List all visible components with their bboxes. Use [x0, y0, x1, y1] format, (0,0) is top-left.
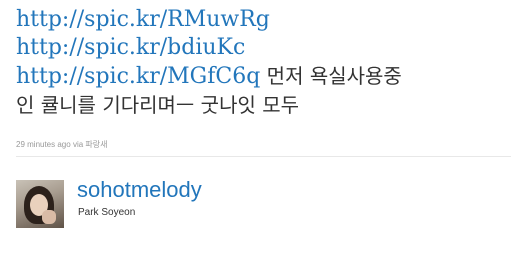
- tweet-text-korean-2: 인 큘니를 기다리며ㅡ 굿나잇 모두: [16, 93, 300, 117]
- tweet-link-2[interactable]: http://spic.kr/bdiuKc: [16, 35, 245, 60]
- tweet-text-korean-1: 먼저 욕실사용중: [260, 64, 402, 88]
- tweet-meta: 29 minutes ago via 파랑새: [16, 139, 108, 150]
- author-block: sohotmelody Park Soyeon: [16, 177, 511, 228]
- tweet-link-1[interactable]: http://spic.kr/RMuwRg: [16, 7, 270, 32]
- tweet-link-3[interactable]: http://spic.kr/MGfC6q: [16, 64, 260, 89]
- via-label: via: [72, 140, 84, 149]
- divider: [16, 156, 511, 157]
- author-full-name: Park Soyeon: [78, 207, 136, 218]
- tweet-source[interactable]: 파랑새: [85, 140, 107, 149]
- tweet-timestamp[interactable]: 29 minutes ago: [16, 140, 71, 149]
- avatar-hand: [42, 210, 56, 224]
- author-screen-name[interactable]: sohotmelody: [77, 177, 202, 203]
- tweet-text: http://spic.kr/RMuwRg http://spic.kr/bdi…: [16, 6, 511, 119]
- tweet-line-2: http://spic.kr/bdiuKc: [16, 34, 511, 62]
- tweet-line-1: http://spic.kr/RMuwRg: [16, 6, 511, 34]
- avatar[interactable]: [16, 180, 64, 228]
- tweet-line-3: http://spic.kr/MGfC6q 먼저 욕실사용중: [16, 62, 511, 91]
